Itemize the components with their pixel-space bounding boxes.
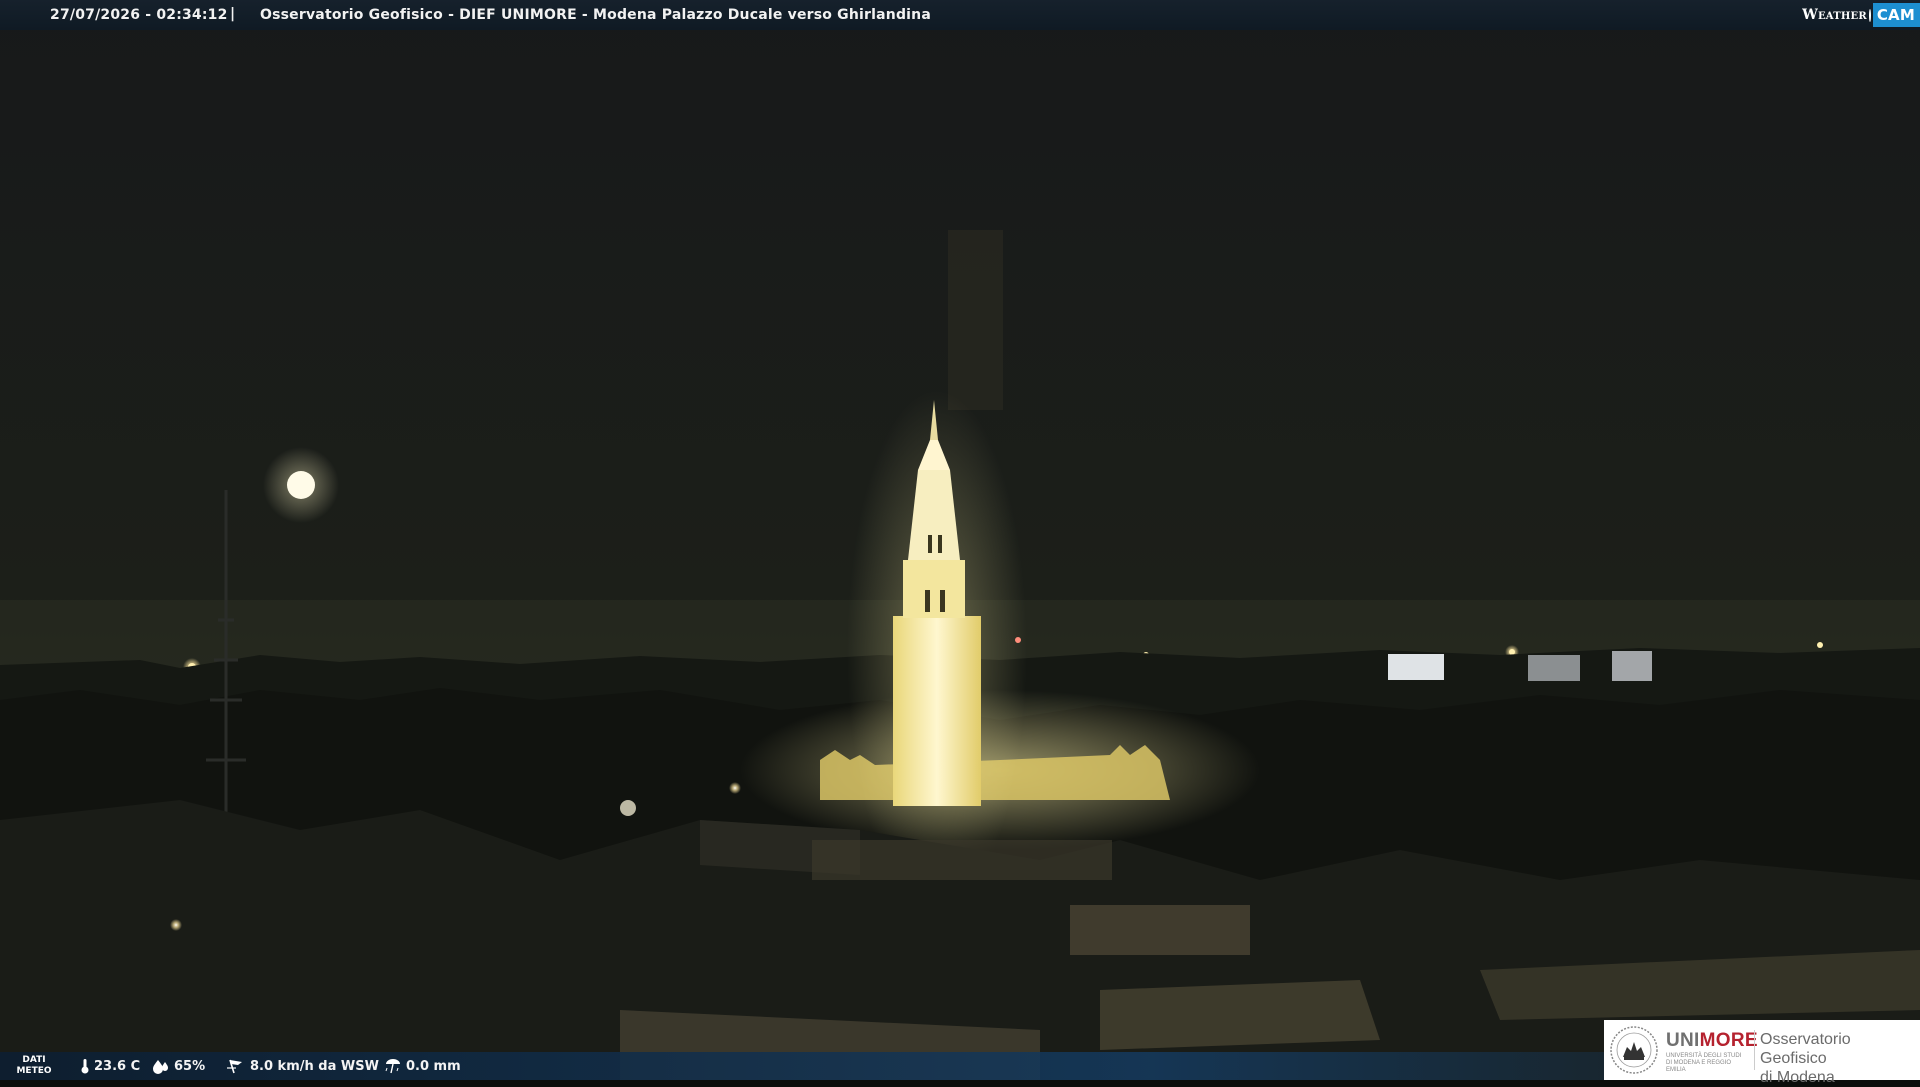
rain-gauge-icon — [385, 1059, 400, 1074]
temperature-readout: 23.6 C — [80, 1058, 140, 1074]
logo-weather-text: Weather — [1802, 7, 1867, 23]
logo-dot-icon — [1868, 8, 1871, 22]
timestamp: 27/07/2026 - 02:34:12 — [50, 7, 228, 23]
temperature-value: 23.6 C — [94, 1058, 141, 1074]
camera-header-bar: 27/07/2026 - 02:34:12 | Osservatorio Geo… — [0, 0, 1920, 30]
white-building — [1388, 654, 1444, 680]
dati-meteo-label: DATI METEO — [16, 1055, 52, 1076]
camera-title: Osservatorio Geofisico - DIEF UNIMORE - … — [260, 7, 931, 23]
unimore-wordmark: UNIMORE — [1666, 1030, 1758, 1051]
lens-reflection — [948, 230, 1003, 410]
badge-divider — [1754, 1030, 1755, 1070]
observatory-name: Osservatorio Geofisico di Modena — [1760, 1031, 1851, 1086]
wind-readout: 8.0 km/h da WSW — [226, 1058, 379, 1074]
wind-value: 8.0 km/h da WSW — [250, 1058, 379, 1074]
rain-value: 0.0 mm — [406, 1058, 461, 1074]
rain-readout: 0.0 mm — [384, 1058, 461, 1074]
moon — [287, 471, 315, 499]
thermometer-icon — [81, 1059, 89, 1074]
humidity-readout: 65% — [152, 1058, 205, 1074]
humidity-drop-icon — [153, 1060, 168, 1074]
unimore-subtitle: UNIVERSITÀ DEGLI STUDI DI MODENA E REGGI… — [1666, 1053, 1742, 1073]
wind-icon — [227, 1059, 242, 1074]
humidity-value: 65% — [174, 1058, 206, 1074]
logo-cam-text: CAM — [1872, 3, 1920, 27]
weathercam-logo: Weather CAM — [1802, 1, 1920, 29]
unimore-logo-badge: UNIMORE UNIVERSITÀ DEGLI STUDI DI MODENA… — [1604, 1020, 1920, 1086]
webcam-image — [0, 0, 1920, 1080]
header-separator: | — [230, 6, 236, 22]
university-seal-icon — [1610, 1026, 1658, 1074]
